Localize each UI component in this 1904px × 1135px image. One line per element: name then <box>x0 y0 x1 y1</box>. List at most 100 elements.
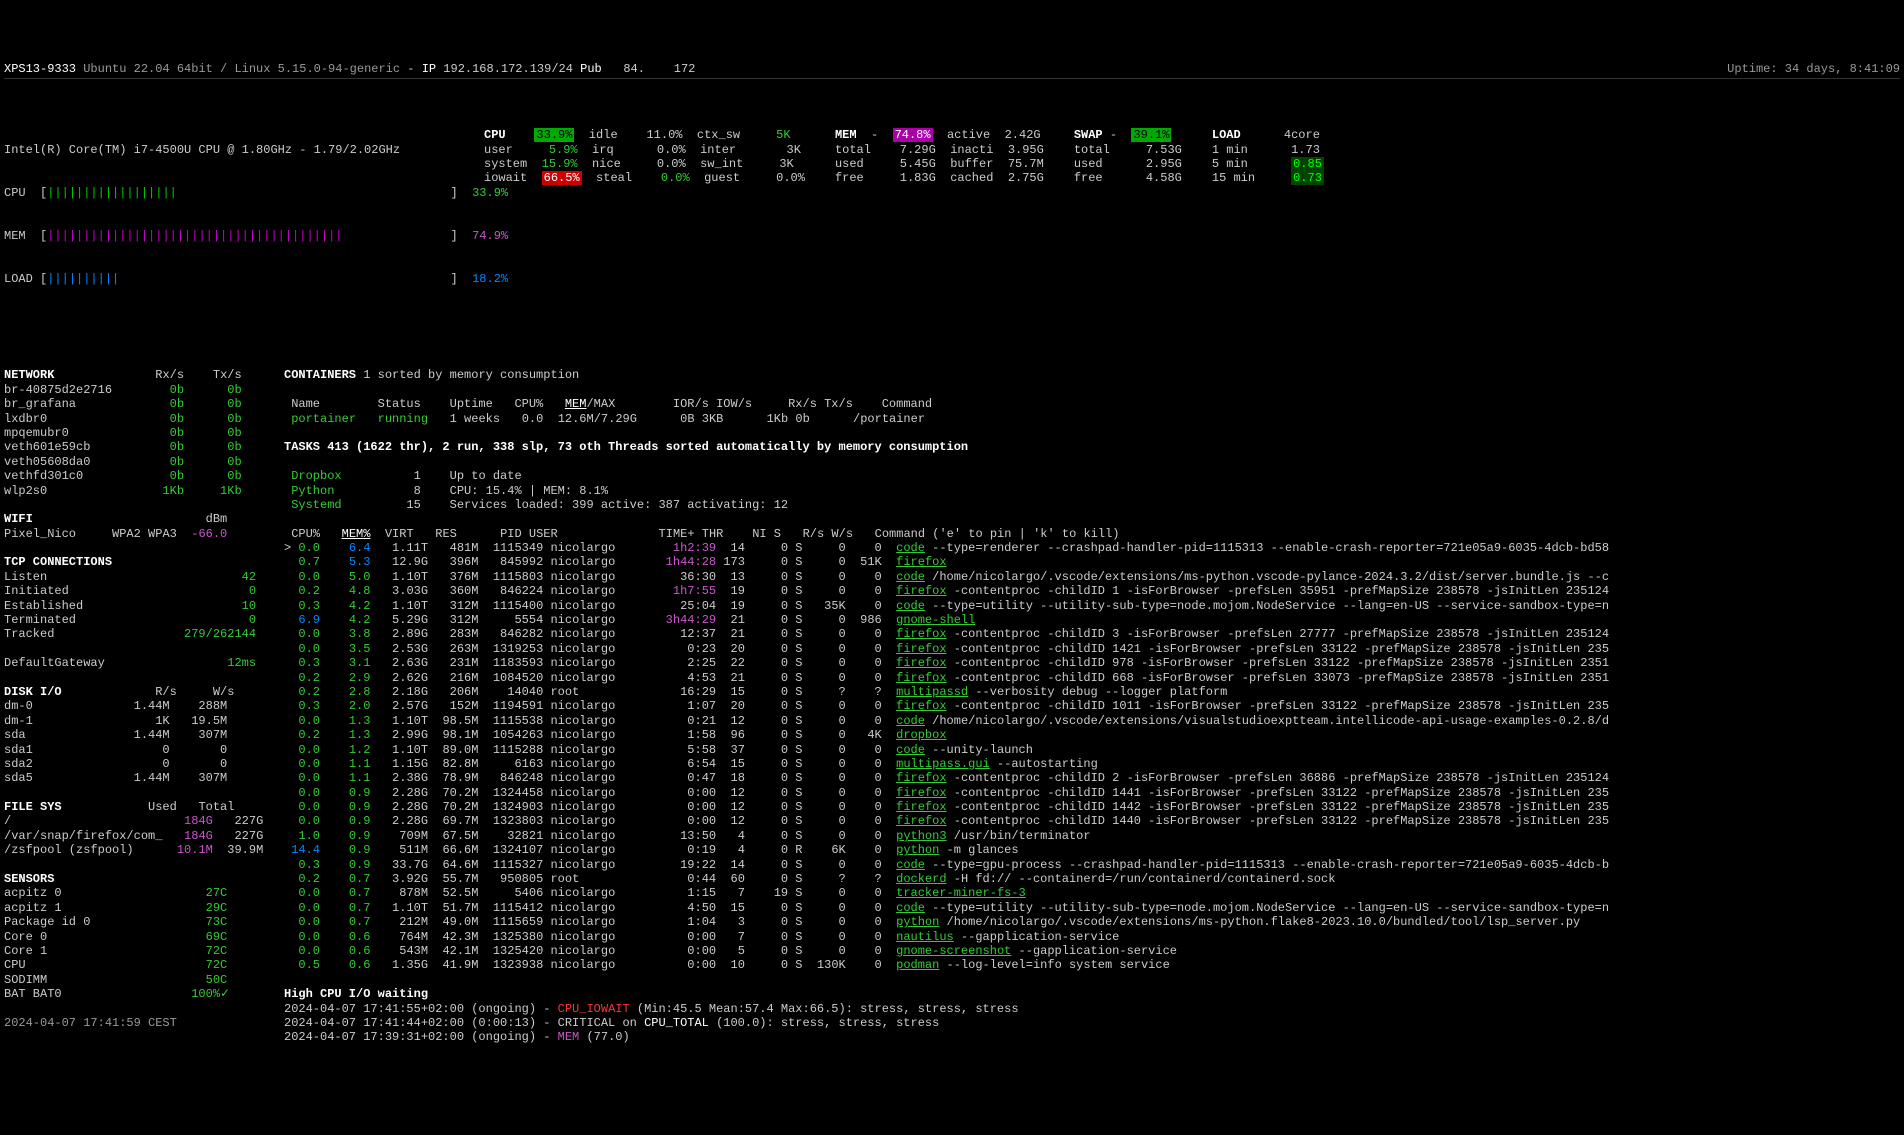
idle-lbl: idle <box>589 128 618 142</box>
system: 15.9% <box>542 157 578 171</box>
tasks-hdr: TASKS 413 (1622 thr), 2 run, 338 slp, 73… <box>284 440 968 454</box>
proc-row[interactable]: 0.0 0.9 2.28G 70.2M 1324458 nicolargo 0:… <box>284 786 1609 800</box>
swint-lbl: sw_int <box>700 157 743 171</box>
cont-iow: 3KB <box>702 412 724 426</box>
uptime: Uptime: 34 days, 8:41:09 <box>1727 62 1900 76</box>
cpu-title: CPU <box>484 128 506 142</box>
l1: 1.73 <box>1291 143 1320 157</box>
net-row: lxdbr0 0b 0b <box>4 412 242 426</box>
amp-result: Up to date <box>450 469 522 483</box>
proc-row[interactable]: > 0.0 6.4 1.11T 481M 1115349 nicolargo 1… <box>284 541 1609 555</box>
proc-row[interactable]: 0.0 1.1 1.15G 82.8M 6163 nicolargo 6:54 … <box>284 757 1098 771</box>
ip: 192.168.172.139/24 <box>443 62 573 76</box>
load-bar: |||||||||| <box>47 272 450 286</box>
net-row: br-40875d2e2716 0b 0b <box>4 383 242 397</box>
quicklook-row: Intel(R) Core(TM) i7-4500U CPU @ 1.80GHz… <box>4 114 1900 315</box>
sensor-row: acpitz 0 27C <box>4 886 227 900</box>
proc-row[interactable]: 6.9 4.2 5.29G 312M 5554 nicolargo 3h44:2… <box>284 613 983 627</box>
ph-rs: R/s <box>803 527 825 541</box>
nice-lbl: nice <box>592 157 621 171</box>
wifi-ssid: Pixel_Nico <box>4 527 76 541</box>
proc-row[interactable]: 0.5 0.6 1.35G 41.9M 1323938 nicolargo 0:… <box>284 958 1170 972</box>
main-area: CONTAINERS 1 sorted by memory consumptio… <box>284 354 1900 1059</box>
wifi-title: WIFI <box>4 512 33 526</box>
sensor-row: acpitz 1 29C <box>4 901 227 915</box>
sfree: 4.58G <box>1146 171 1182 185</box>
proc-row[interactable]: 0.0 3.8 2.89G 283M 846282 nicolargo 12:3… <box>284 627 1609 641</box>
proc-row[interactable]: 0.0 0.9 2.28G 70.2M 1324903 nicolargo 0:… <box>284 800 1609 814</box>
sensor-row: Package id 0 73C <box>4 915 227 929</box>
os: Ubuntu 22.04 64bit / Linux 5.15.0-94-gen… <box>83 62 400 76</box>
footer-time: 2024-04-07 17:41:59 CEST <box>4 1016 177 1030</box>
proc-row[interactable]: 0.0 0.6 764M 42.3M 1325380 nicolargo 0:0… <box>284 930 1119 944</box>
sensors-title: SENSORS <box>4 872 54 886</box>
cont-cpu: 0.0 <box>522 412 544 426</box>
proc-row[interactable]: 0.3 2.0 2.57G 152M 1194591 nicolargo 1:0… <box>284 699 1609 713</box>
ph-ni: NI <box>752 527 766 541</box>
proc-row[interactable]: 14.4 0.9 511M 66.6M 1324107 nicolargo 0:… <box>284 843 1019 857</box>
proc-row[interactable]: 0.2 1.3 2.99G 98.1M 1054263 nicolargo 1:… <box>284 728 954 742</box>
proc-row[interactable]: 0.0 5.0 1.10T 376M 1115803 nicolargo 36:… <box>284 570 1609 584</box>
mem-title: MEM <box>835 128 857 142</box>
proc-row[interactable]: 0.0 0.6 543M 42.1M 1325420 nicolargo 0:0… <box>284 944 1177 958</box>
ph-user: USER <box>529 527 558 541</box>
swap-pct: 39.1% <box>1131 128 1171 142</box>
proc-row[interactable]: 0.0 1.2 1.10T 89.0M 1115288 nicolargo 5:… <box>284 743 1033 757</box>
cont-uptime: 1 weeks <box>450 412 500 426</box>
proc-row[interactable]: 1.0 0.9 709M 67.5M 32821 nicolargo 13:50… <box>284 829 1091 843</box>
proc-row[interactable]: 0.7 5.3 12.9G 396M 845992 nicolargo 1h44… <box>284 555 954 569</box>
fs-row: /zsfpool (zsfpool) 10.1M 39.9M <box>4 843 263 857</box>
proc-row[interactable]: 0.3 4.2 1.10T 312M 1115400 nicolargo 25:… <box>284 599 1609 613</box>
net-row: br_grafana 0b 0b <box>4 397 242 411</box>
cont-title: CONTAINERS <box>284 368 356 382</box>
tcp-row: Terminated 0 <box>4 613 256 627</box>
disk-r: R/s <box>155 685 177 699</box>
proc-row[interactable]: 0.0 3.5 2.53G 263M 1319253 nicolargo 0:2… <box>284 642 1609 656</box>
proc-row[interactable]: 0.2 0.7 3.92G 55.7M 950805 root 0:44 60 … <box>284 872 1335 886</box>
tcp-row: Established 10 <box>4 599 256 613</box>
sensor-row: CPU 72C <box>4 958 227 972</box>
proc-row[interactable]: 0.0 0.7 878M 52.5M 5406 nicolargo 1:15 7… <box>284 886 1033 900</box>
ph-pid: PID <box>500 527 522 541</box>
cached-lbl: cached <box>950 171 993 185</box>
tx-lbl: Tx/s <box>213 368 242 382</box>
net-row: veth601e59cb 0b 0b <box>4 440 242 454</box>
fs-row: /var/snap/firefox/com_ 184G 227G <box>4 829 263 843</box>
iowait: 66.5% <box>542 171 582 185</box>
proc-row[interactable]: 0.3 3.1 2.63G 231M 1183593 nicolargo 2:2… <box>284 656 1609 670</box>
stotal: 7.53G <box>1146 143 1182 157</box>
proc-row[interactable]: 0.0 0.9 2.28G 69.7M 1323803 nicolargo 0:… <box>284 814 1609 828</box>
net-row: mpqemubr0 0b 0b <box>4 426 242 440</box>
swint: 3K <box>779 157 793 171</box>
cached: 2.75G <box>1008 171 1044 185</box>
disk-row: dm-1 1K 19.5M <box>4 714 227 728</box>
sensor-row: Core 0 69C <box>4 930 227 944</box>
cont-ior: 0B <box>680 412 694 426</box>
proc-row[interactable]: 0.3 0.9 33.7G 64.6M 1115327 nicolargo 19… <box>284 858 1609 872</box>
net-row: vethfd301c0 0b 0b <box>4 469 242 483</box>
proc-row[interactable]: 0.0 0.7 1.10T 51.7M 1115412 nicolargo 4:… <box>284 901 1609 915</box>
l15: 0.73 <box>1291 171 1324 185</box>
proc-row[interactable]: 0.0 0.7 212M 49.0M 1115659 nicolargo 1:0… <box>284 915 1580 929</box>
disk-row: sda2 0 0 <box>4 757 227 771</box>
proc-row[interactable]: 0.0 1.1 2.38G 78.9M 846248 nicolargo 0:4… <box>284 771 1609 785</box>
ctx-lbl: ctx_sw <box>697 128 740 142</box>
proc-row[interactable]: 0.2 2.9 2.62G 216M 1084520 nicolargo 4:5… <box>284 671 1609 685</box>
wifi-sec: WPA2 WPA3 <box>112 527 177 541</box>
ph-s: S <box>774 527 781 541</box>
proc-row[interactable]: 0.0 1.3 1.10T 98.5M 1115538 nicolargo 0:… <box>284 714 1609 728</box>
ql-load-lbl: LOAD <box>4 272 33 286</box>
sensor-row: BAT BAT0 100%✓ <box>4 987 230 1001</box>
ph-virt: VIRT <box>385 527 414 541</box>
nice: 0.0% <box>657 157 686 171</box>
proc-row[interactable]: 0.2 4.8 3.03G 360M 846224 nicolargo 1h7:… <box>284 584 1609 598</box>
mused-lbl: used <box>835 157 864 171</box>
buf: 75.7M <box>1008 157 1044 171</box>
disk-title: DISK I/O <box>4 685 62 699</box>
sfree-lbl: free <box>1074 171 1103 185</box>
pub-ip: 84. 172 <box>609 62 695 76</box>
mem-pct: 74.8% <box>893 128 933 142</box>
cont-desc: 1 sorted by memory consumption <box>363 368 579 382</box>
proc-row[interactable]: 0.2 2.8 2.18G 206M 14040 root 16:29 15 0… <box>284 685 1227 699</box>
disk-row: sda5 1.44M 307M <box>4 771 227 785</box>
